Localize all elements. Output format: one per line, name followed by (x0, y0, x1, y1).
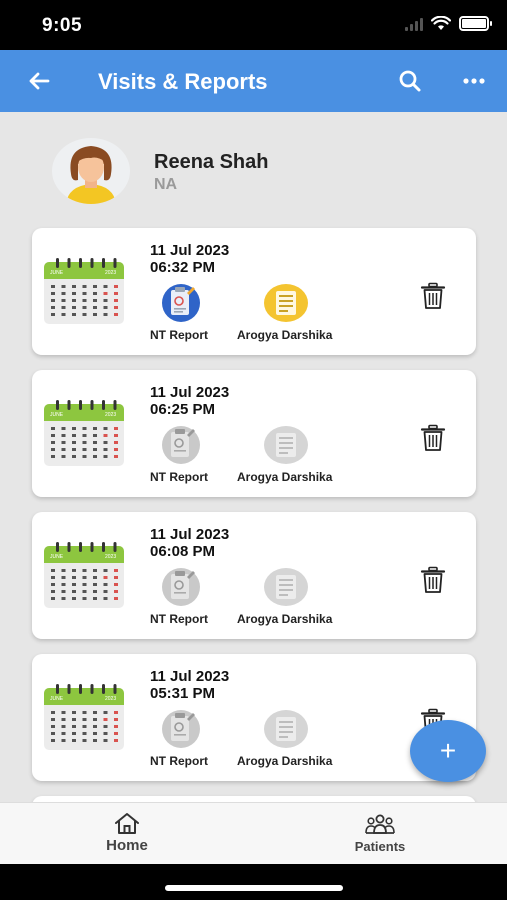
visit-time: 05:31 PM (150, 685, 216, 702)
arogya-darshika-icon (264, 710, 308, 748)
visit-date: 11 Jul 2023 (150, 242, 230, 259)
visit-calendar: JUNE 2023 (43, 542, 125, 610)
visit-date: 11 Jul 2023 (150, 526, 230, 543)
status-time: 9:05 (42, 15, 83, 36)
home-indicator (165, 885, 343, 891)
patients-group-icon (365, 814, 395, 834)
delete-visit-button[interactable] (420, 282, 446, 310)
add-visit-button[interactable]: + (410, 720, 486, 782)
delete-visit-button[interactable] (420, 566, 446, 594)
arogya-darshika-icon (264, 568, 308, 606)
trash-icon (420, 282, 446, 309)
arogya-darshika-button[interactable]: Arogya Darshika (237, 567, 367, 633)
patient-profile: Reena Shah NA (52, 138, 472, 208)
nt-report-icon (162, 284, 200, 322)
more-horizontal-icon (463, 78, 485, 84)
arogya-darshika-button[interactable]: Arogya Darshika (237, 283, 367, 349)
svg-text:JUNE: JUNE (50, 554, 64, 560)
svg-text:2023: 2023 (105, 696, 116, 702)
visit-card[interactable]: JUNE 2023 11 Jul 2023 06:32 PM NT Report… (32, 228, 476, 355)
arogya-darshika-label: Arogya Darshika (237, 328, 333, 342)
visit-time: 06:25 PM (150, 401, 216, 418)
search-button[interactable] (395, 66, 425, 96)
avatar (52, 138, 130, 204)
visits-content: Reena Shah NA JUNE 2023 11 Jul 2023 06:3… (0, 112, 507, 802)
patient-name: Reena Shah (154, 151, 269, 173)
page-title: Visits & Reports (98, 69, 268, 94)
visit-card[interactable]: JUNE 2023 11 Jul 2023 06:08 PM NT Report… (32, 512, 476, 639)
arogya-darshika-label: Arogya Darshika (237, 470, 333, 484)
visit-calendar: JUNE 2023 (43, 684, 125, 752)
visit-card[interactable]: JUNE 2023 11 Jul 2023 06:25 PM NT Report… (32, 370, 476, 497)
svg-text:2023: 2023 (105, 554, 116, 560)
visit-calendar: JUNE 2023 (43, 400, 125, 468)
arogya-darshika-button[interactable]: Arogya Darshika (237, 425, 367, 491)
visit-date: 11 Jul 2023 (150, 668, 230, 685)
cellular-signal-icon (405, 17, 423, 31)
bottom-nav: Home Patients (0, 802, 507, 864)
svg-text:JUNE: JUNE (50, 270, 64, 276)
search-icon (399, 70, 421, 92)
patient-subtitle: NA (154, 176, 178, 193)
app-bar: Visits & Reports (0, 50, 507, 112)
home-indicator-area (0, 864, 507, 900)
arogya-darshika-label: Arogya Darshika (237, 612, 333, 626)
more-options-button[interactable] (459, 66, 489, 96)
calendar-icon: JUNE 2023 (44, 684, 124, 750)
svg-text:2023: 2023 (105, 412, 116, 418)
trash-icon (420, 566, 446, 593)
user-avatar-icon (66, 146, 116, 204)
nav-home[interactable]: Home (92, 811, 162, 861)
svg-text:JUNE: JUNE (50, 412, 64, 418)
nt-report-icon (162, 568, 200, 606)
calendar-icon: JUNE 2023 (44, 542, 124, 608)
visit-date: 11 Jul 2023 (150, 384, 230, 401)
wifi-icon (431, 16, 451, 30)
nt-report-icon (162, 426, 200, 464)
visit-calendar: JUNE 2023 (43, 258, 125, 326)
visit-time: 06:32 PM (150, 259, 216, 276)
status-icons (405, 16, 492, 31)
trash-icon (420, 424, 446, 451)
nav-patients[interactable]: Patients (342, 813, 418, 863)
arogya-darshika-icon (264, 426, 308, 464)
calendar-icon: JUNE 2023 (44, 258, 124, 324)
arogya-darshika-button[interactable]: Arogya Darshika (237, 709, 367, 775)
arrow-left-icon (29, 72, 50, 90)
status-bar: 9:05 (0, 0, 507, 50)
back-button[interactable] (24, 66, 54, 96)
svg-text:2023: 2023 (105, 270, 116, 276)
calendar-icon: JUNE 2023 (44, 400, 124, 466)
visit-card[interactable]: JUNE 2023 11 Jul 2023 05:31 PM NT Report… (32, 654, 476, 781)
arogya-darshika-icon (264, 284, 308, 322)
svg-text:JUNE: JUNE (50, 696, 64, 702)
battery-icon (459, 16, 492, 31)
nav-home-label: Home (106, 837, 148, 854)
arogya-darshika-label: Arogya Darshika (237, 754, 333, 768)
visit-time: 06:08 PM (150, 543, 216, 560)
nt-report-icon (162, 710, 200, 748)
home-icon (115, 813, 139, 834)
nav-patients-label: Patients (354, 839, 406, 854)
delete-visit-button[interactable] (420, 424, 446, 452)
plus-icon: + (439, 735, 457, 766)
